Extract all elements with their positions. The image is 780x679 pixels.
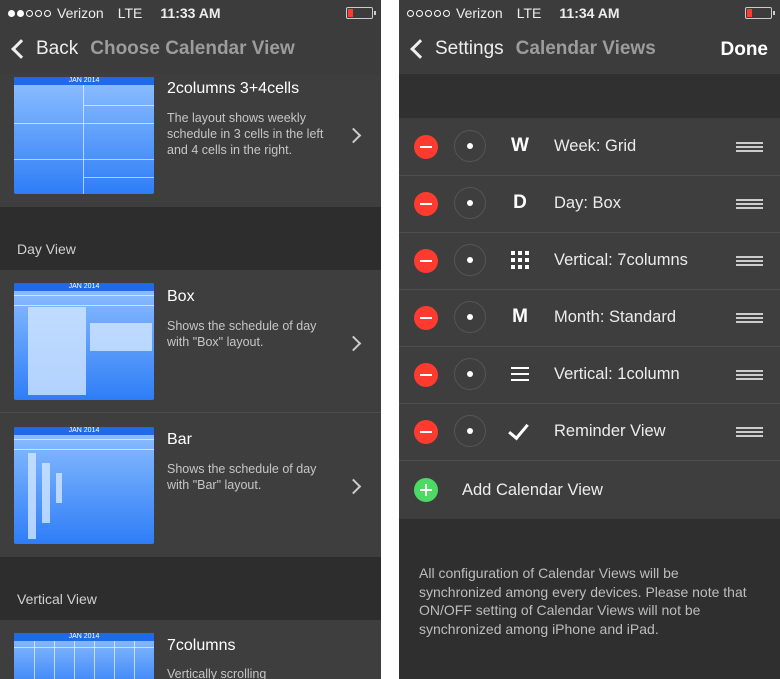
battery-icon (745, 7, 775, 19)
section-header-vertical: Vertical View (0, 557, 381, 620)
status-bar: Verizon LTE 11:34 AM (399, 0, 780, 26)
view-description: Shows the schedule of day with "Bar" lay… (167, 462, 317, 492)
chevron-left-icon (11, 39, 31, 59)
thumbnail-bar: JAN 2014 (14, 427, 154, 544)
add-calendar-view-label: Add Calendar View (462, 481, 603, 499)
delete-icon[interactable] (414, 306, 438, 330)
chevron-left-icon (410, 39, 430, 59)
reorder-handle-icon[interactable] (736, 313, 763, 323)
radio-button[interactable] (454, 130, 486, 162)
calendar-view-row: M Month: Standard (399, 290, 780, 347)
thumbnail-7columns: JAN 2014 (14, 633, 154, 679)
add-icon[interactable] (414, 478, 438, 502)
choose-calendar-view-screen: Verizon LTE 11:33 AM Back Choose Calenda… (0, 0, 381, 679)
settings-back-button[interactable]: Settings Calendar Views (409, 38, 656, 60)
row-label: Vertical: 1column (554, 365, 680, 383)
back-label: Back (36, 38, 79, 59)
view-option-2columns[interactable]: JAN 2014 2columns 3+4cells The layout sh… (0, 74, 381, 207)
view-title: 7columns (167, 637, 236, 654)
view-option-7columns[interactable]: JAN 2014 7columns Vertically scrolling (0, 620, 381, 679)
view-option-bar[interactable]: JAN 2014 Bar Shows the schedule of day w… (0, 413, 381, 557)
view-description: Shows the schedule of day with "Box" lay… (167, 319, 317, 349)
view-description: The layout shows weekly schedule in 3 ce… (167, 111, 324, 157)
day-icon: D (513, 192, 527, 213)
view-title: Bar (167, 431, 192, 448)
row-label: Vertical: 7columns (554, 251, 688, 269)
list-icon (507, 363, 533, 387)
back-button[interactable]: Back Choose Calendar View (10, 38, 295, 60)
radio-button[interactable] (454, 244, 486, 276)
view-description: Vertically scrolling (167, 667, 267, 679)
calendar-view-row: D Day: Box (399, 176, 780, 233)
thumbnail-box: JAN 2014 (14, 283, 154, 400)
footer-note: All configuration of Calendar Views will… (419, 565, 747, 637)
calendar-views-settings-screen: Verizon LTE 11:34 AM Settings Calendar V… (399, 0, 780, 679)
back-label: Settings (435, 38, 504, 59)
delete-icon[interactable] (414, 192, 438, 216)
view-title: 2columns 3+4cells (167, 80, 300, 97)
status-time: 11:33 AM (160, 5, 221, 21)
delete-icon[interactable] (414, 363, 438, 387)
reorder-handle-icon[interactable] (736, 370, 763, 380)
section-header-day: Day View (0, 207, 381, 270)
reorder-handle-icon[interactable] (736, 142, 763, 152)
calendar-view-row: Vertical: 1column (399, 347, 780, 404)
view-title: Box (167, 288, 195, 305)
calendar-view-row: Reminder View (399, 404, 780, 461)
delete-icon[interactable] (414, 420, 438, 444)
reorder-handle-icon[interactable] (736, 256, 763, 266)
reorder-handle-icon[interactable] (736, 427, 763, 437)
delete-icon[interactable] (414, 249, 438, 273)
done-button[interactable]: Done (721, 39, 769, 61)
chevron-right-icon (345, 335, 362, 352)
row-label: Day: Box (554, 194, 621, 212)
radio-button[interactable] (454, 358, 486, 390)
chevron-right-icon (345, 127, 362, 144)
add-calendar-view-row[interactable]: Add Calendar View (399, 461, 780, 519)
page-title: Choose Calendar View (90, 38, 295, 59)
month-icon: M (512, 306, 528, 327)
week-icon: W (511, 135, 529, 156)
row-label: Reminder View (554, 422, 666, 440)
battery-icon (346, 7, 376, 19)
nav-bar: Settings Calendar Views Done (399, 26, 780, 74)
status-time: 11:34 AM (559, 5, 620, 21)
row-label: Month: Standard (554, 308, 676, 326)
radio-button[interactable] (454, 415, 486, 447)
thumbnail-2columns: JAN 2014 (14, 77, 154, 194)
row-label: Week: Grid (554, 137, 637, 155)
status-bar: Verizon LTE 11:33 AM (0, 0, 381, 26)
top-band (399, 74, 780, 118)
delete-icon[interactable] (414, 135, 438, 159)
calendar-view-row: Vertical: 7columns (399, 233, 780, 290)
radio-button[interactable] (454, 301, 486, 333)
radio-button[interactable] (454, 187, 486, 219)
view-option-box[interactable]: JAN 2014 Box Shows the schedule of day w… (0, 270, 381, 412)
checkmark-icon (507, 418, 533, 444)
page-title: Calendar Views (515, 38, 656, 59)
grid-icon (507, 249, 533, 273)
reorder-handle-icon[interactable] (736, 199, 763, 209)
chevron-right-icon (345, 478, 362, 495)
nav-bar: Back Choose Calendar View (0, 26, 381, 74)
calendar-view-row: W Week: Grid (399, 119, 780, 176)
